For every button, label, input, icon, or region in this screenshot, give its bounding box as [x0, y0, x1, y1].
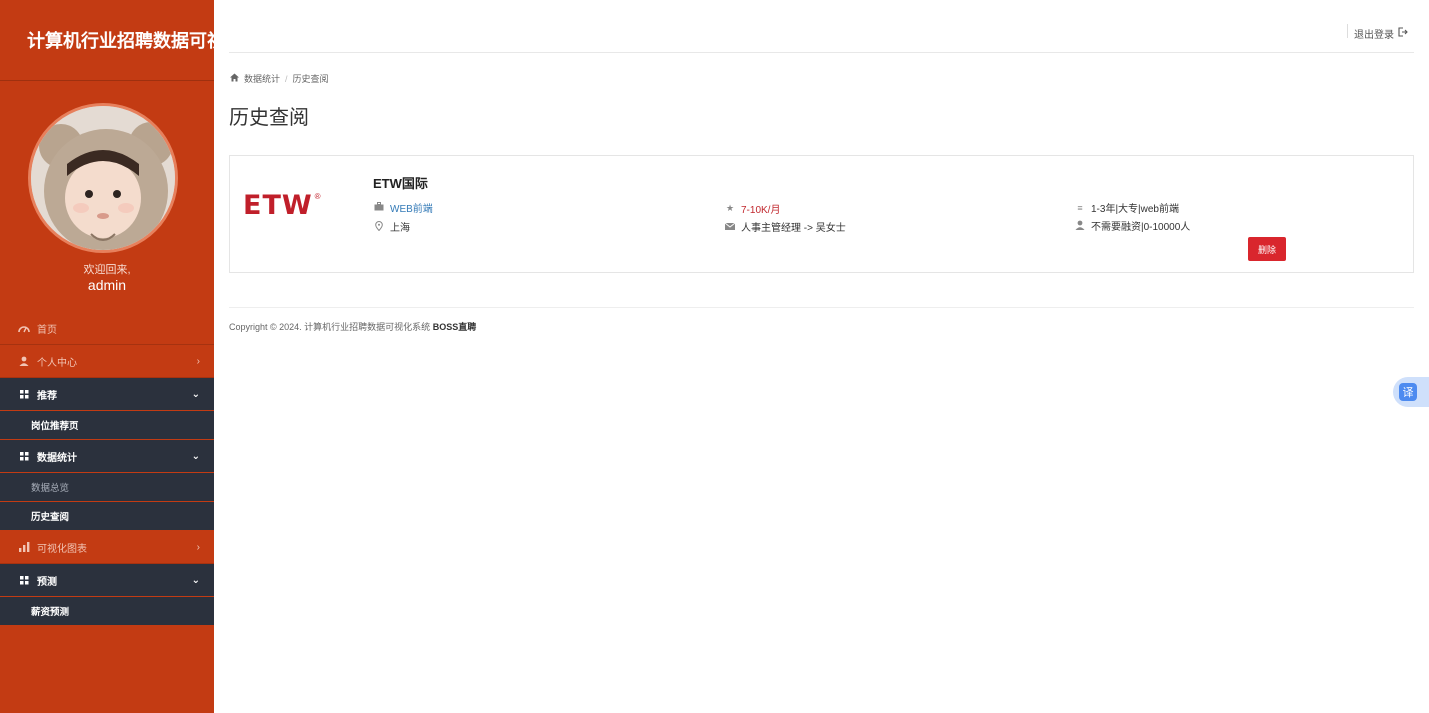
salary-row: ★ 7-10K/月 [725, 201, 781, 216]
history-record-card: ETW ® ETW国际 WEB前端 上海 ★ 7-10K/月 人事主管经理 ->… [229, 155, 1414, 273]
chevron-down-icon: ⌄ [191, 388, 200, 400]
sidebar-item-label: 可视化图表 [37, 543, 87, 555]
grid-icon [17, 575, 31, 585]
sidebar-item-stats[interactable]: 数据统计 ⌄ [0, 440, 214, 473]
home-icon[interactable] [230, 73, 239, 84]
sidebar-item-profile[interactable]: 个人中心 › [0, 345, 214, 378]
avatar [28, 103, 178, 253]
submenu-predict: 薪资预测 [0, 597, 214, 626]
sidebar-item-label: 首页 [37, 324, 57, 336]
sidebar-item-stats-overview[interactable]: 数据总览 [0, 473, 214, 502]
sign-out-icon [1398, 27, 1408, 40]
breadcrumb-separator: / [285, 73, 288, 84]
grid-icon [17, 451, 31, 461]
chevron-down-icon: ⌄ [191, 574, 200, 586]
chevron-right-icon: › [196, 355, 200, 367]
envelope-icon [724, 222, 736, 232]
hr-row: 人事主管经理 -> 吴女士 [724, 219, 846, 234]
logo-text: ETW [243, 190, 313, 221]
city-row: 上海 [374, 219, 410, 234]
job-title-row: WEB前端 [374, 200, 433, 215]
translate-button[interactable]: 译 [1393, 377, 1429, 407]
sidebar-menu: 首页 个人中心 › 推荐 ⌄ 岗位推荐页 数据统计 ⌄ 数据总览 历史查阅 可视… [0, 312, 214, 626]
company-name: ETW国际 [373, 176, 428, 191]
sidebar-item-recommend[interactable]: 推荐 ⌄ [0, 378, 214, 411]
breadcrumb-current: 历史查阅 [292, 74, 329, 84]
logout-label: 退出登录 [1354, 30, 1394, 41]
sidebar-item-label: 个人中心 [37, 357, 77, 369]
copyright-text: Copyright © 2024. 计算机行业招聘数据可视化系统 [229, 322, 431, 332]
sidebar-item-salary-predict[interactable]: 薪资预测 [0, 597, 214, 626]
translate-icon: 译 [1399, 383, 1417, 401]
sidebar-item-predict[interactable]: 预测 ⌄ [0, 564, 214, 597]
welcome-text: 欢迎回来, [83, 264, 131, 276]
registered-mark: ® [314, 192, 321, 201]
topbar: 退出登录 [229, 0, 1414, 53]
sidebar-item-home[interactable]: 首页 [0, 312, 214, 345]
city: 上海 [390, 223, 410, 234]
breadcrumb: 数据统计 / 历史查阅 [230, 72, 329, 85]
app-title: 计算机行业招聘数据可视化 [0, 0, 214, 81]
user-icon [17, 356, 31, 366]
submenu-stats: 数据总览 历史查阅 [0, 473, 214, 531]
chevron-down-icon: ⌄ [191, 450, 200, 462]
username: admin [87, 277, 127, 293]
dashboard-icon [17, 323, 31, 333]
briefcase-icon [374, 202, 384, 213]
company-logo: ETW ® [243, 190, 321, 221]
sidebar-item-label: 推荐 [37, 390, 57, 402]
star-icon: ★ [725, 203, 735, 213]
sidebar: 计算机行业招聘数据可视化 欢迎回来, admin [0, 0, 214, 713]
footer-brand-link[interactable]: BOSS直聘 [433, 322, 477, 332]
footer-divider [229, 307, 1414, 308]
requirement-row: ≡ 1-3年|大专|web前端 [1075, 200, 1179, 216]
requirement: 1-3年|大专|web前端 [1091, 204, 1179, 215]
logout-button[interactable]: 退出登录 [1354, 26, 1408, 41]
sidebar-item-history[interactable]: 历史查阅 [0, 502, 214, 531]
bar-chart-icon [17, 542, 31, 552]
user-profile: 欢迎回来, admin [0, 81, 214, 311]
map-marker-icon [374, 220, 384, 233]
sidebar-item-charts[interactable]: 可视化图表 › [0, 531, 214, 564]
grid-icon [17, 389, 31, 399]
footer: Copyright © 2024. 计算机行业招聘数据可视化系统 BOSS直聘 [229, 320, 476, 333]
breadcrumb-link-stats[interactable]: 数据统计 [244, 72, 280, 85]
page-title: 历史查阅 [229, 107, 309, 129]
chevron-right-icon: › [196, 541, 200, 553]
submenu-recommend: 岗位推荐页 [0, 411, 214, 440]
sidebar-item-label: 数据统计 [37, 452, 77, 464]
company-info-row: 不需要融资|0-10000人 [1075, 218, 1190, 233]
company-info: 不需要融资|0-10000人 [1091, 222, 1191, 233]
salary: 7-10K/月 [741, 205, 781, 216]
menu-lines-icon: ≡ [1077, 202, 1083, 213]
divider [1347, 24, 1348, 38]
sidebar-item-recommend-page[interactable]: 岗位推荐页 [0, 411, 214, 440]
hr-contact: 人事主管经理 -> 吴女士 [741, 223, 846, 234]
delete-button[interactable]: 删除 [1248, 237, 1286, 261]
job-title[interactable]: WEB前端 [390, 200, 433, 215]
user-icon [1075, 220, 1085, 232]
sidebar-item-label: 预测 [37, 576, 57, 588]
